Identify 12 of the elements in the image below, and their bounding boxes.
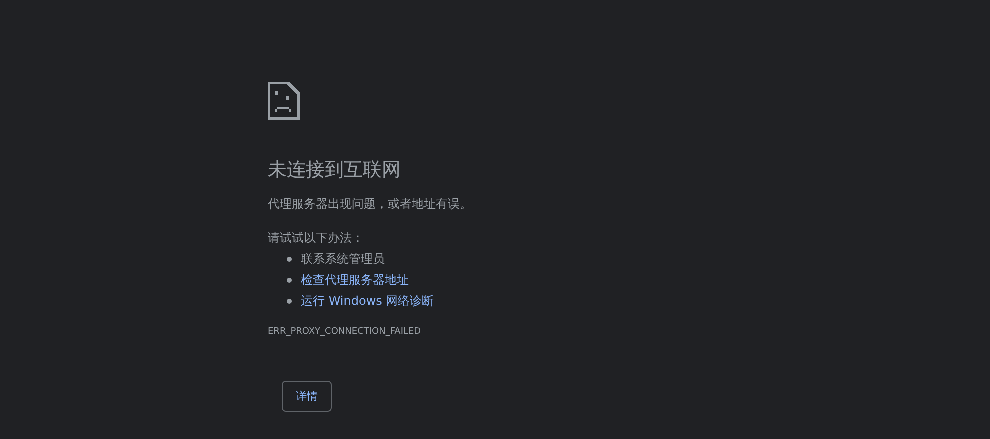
error-message: 代理服务器出现问题，或者地址有误。: [268, 196, 472, 213]
details-button[interactable]: 详情: [282, 381, 332, 412]
bullet-icon: [287, 278, 292, 283]
suggestion-text: 联系系统管理员: [301, 251, 385, 268]
suggestion-link[interactable]: 运行 Windows 网络诊断: [301, 293, 434, 310]
sad-page-icon: [268, 82, 300, 120]
error-title: 未连接到互联网: [268, 158, 401, 182]
error-code: ERR_PROXY_CONNECTION_FAILED: [268, 327, 422, 337]
suggestion-link[interactable]: 检查代理服务器地址: [301, 272, 409, 289]
bullet-icon: [287, 257, 292, 262]
suggestions-heading: 请试试以下办法：: [268, 230, 364, 247]
bullet-icon: [287, 299, 292, 304]
